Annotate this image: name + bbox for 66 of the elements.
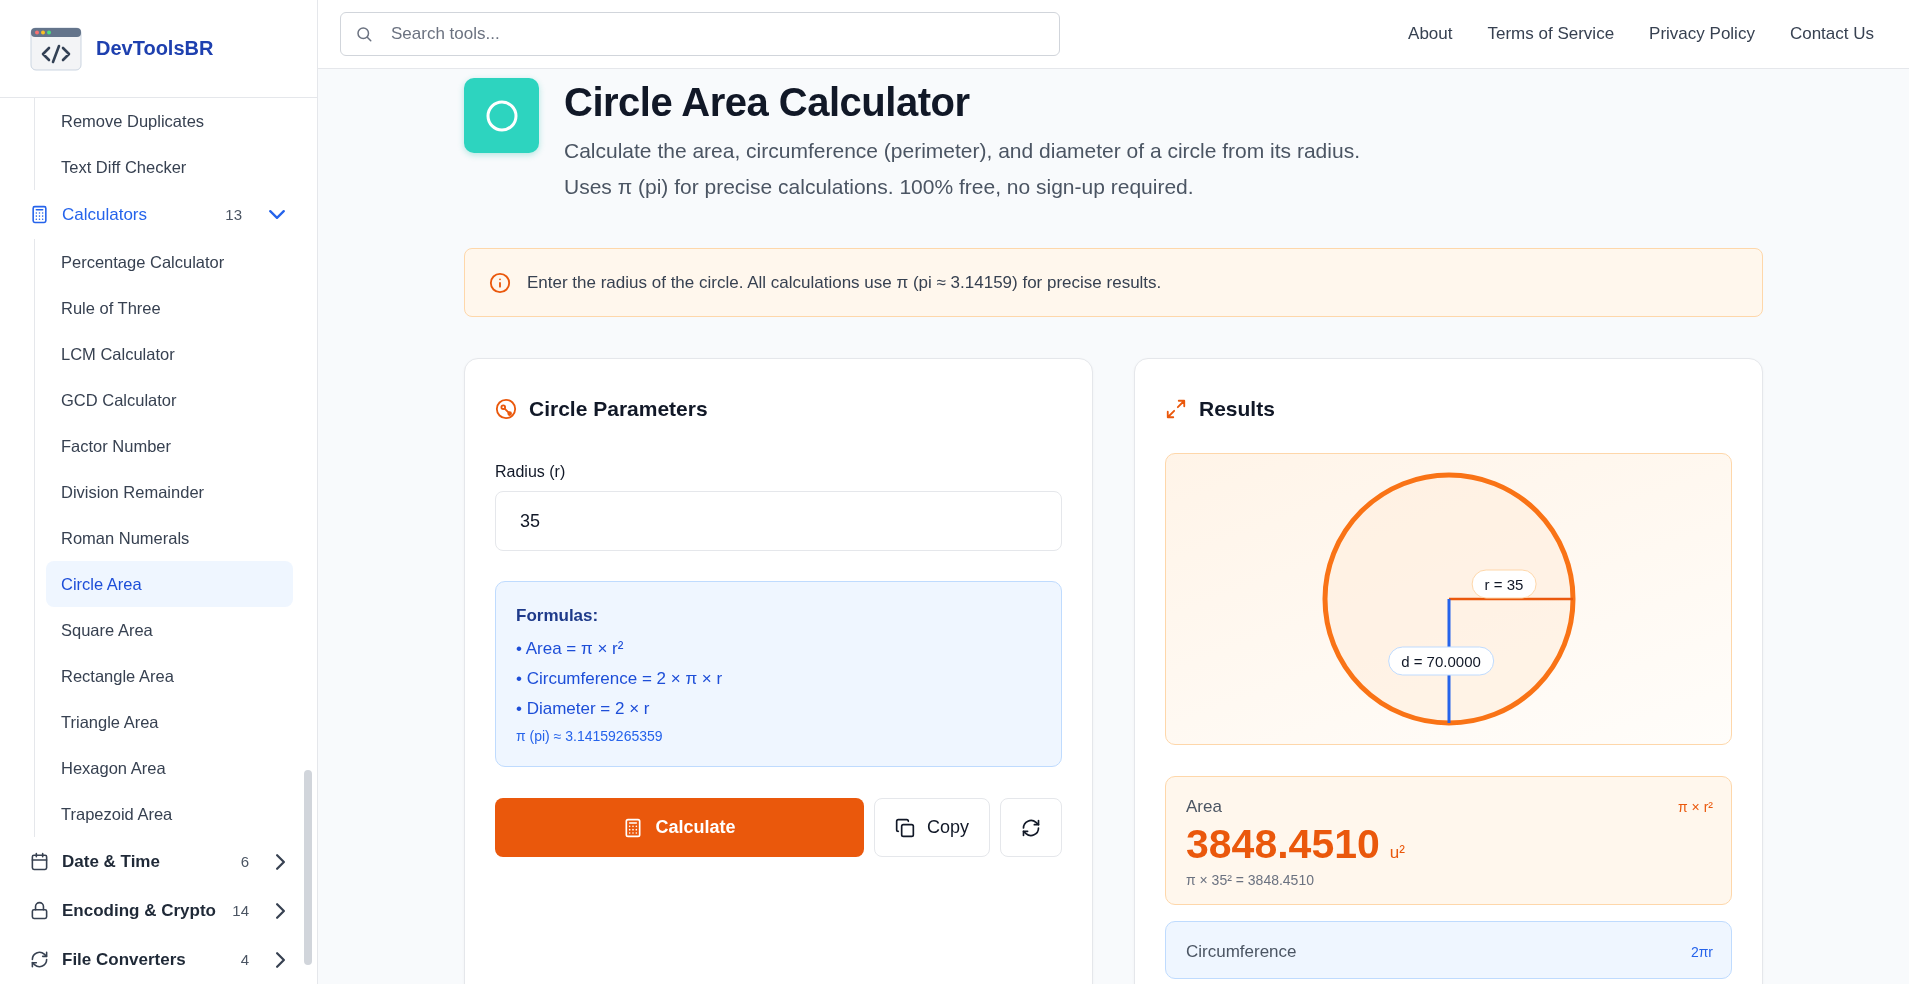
calculator-icon — [623, 817, 644, 838]
sidebar-item[interactable]: Trapezoid Area — [46, 791, 293, 837]
sidebar-item[interactable]: Square Area — [46, 607, 293, 653]
sidebar-group[interactable]: File Converters — [62, 949, 228, 970]
nav-link[interactable]: About — [1408, 24, 1453, 44]
calculate-button[interactable]: Calculate — [495, 798, 864, 857]
item-count: 14 — [232, 902, 249, 919]
result-expression: π × 35² = 3848.4510 — [1186, 872, 1315, 888]
info-icon — [489, 271, 511, 294]
card-title: Circle Parameters — [529, 397, 708, 421]
calculator-icon — [30, 205, 49, 224]
result-value: 3848.4510 — [1186, 821, 1380, 868]
nav-link[interactable]: Contact Us — [1789, 24, 1874, 44]
page-title: Circle Area Calculator — [564, 80, 971, 125]
nav-link[interactable]: Terms of Service — [1487, 24, 1615, 44]
card-title: Results — [1199, 397, 1275, 421]
sidebar-item[interactable]: Rectangle Area — [46, 653, 293, 699]
calendar-icon — [30, 852, 49, 871]
sidebar-item[interactable]: GCD Calculator — [46, 377, 293, 423]
diagonal-arrows-icon — [1165, 398, 1187, 420]
result-formula: π × r² — [1678, 799, 1713, 815]
sidebar-item[interactable]: Text Diff Checker — [46, 144, 293, 190]
diameter-label: d = 70.0000 — [1388, 646, 1494, 676]
search-icon — [355, 25, 373, 43]
info-text: Enter the radius of the circle. All calculations use π (pi ≈ 3.14159) for precise results. — [527, 272, 1162, 293]
description-line: Uses π (pi) for precise calculations. 100% free, no sign-up required. — [564, 174, 1195, 200]
sidebar-item[interactable]: Factor Number — [46, 423, 293, 469]
refresh-icon — [30, 950, 49, 969]
formulas-title: Formulas: — [516, 606, 600, 626]
pi-note: π (pi) ≈ 3.14159265359 — [516, 728, 664, 744]
sidebar-group[interactable]: Date & Time — [62, 851, 228, 872]
sidebar-group[interactable]: Encoding & Crypto — [62, 900, 220, 921]
result-formula: 2πr — [1690, 944, 1713, 960]
sidebar-item[interactable]: Roman Numerals — [46, 515, 293, 561]
copy-icon — [895, 817, 915, 838]
item-count: 4 — [240, 951, 249, 968]
sidebar-group[interactable]: Calculators — [62, 204, 213, 225]
formula-line: • Diameter = 2 × r — [516, 698, 651, 720]
result-unit: u² — [1389, 843, 1405, 863]
code-window-logo — [30, 26, 82, 71]
refresh-icon — [1021, 817, 1041, 838]
lock-icon — [30, 901, 49, 920]
radius-input[interactable]: 35 — [495, 491, 1062, 551]
sidebar-item[interactable]: Hexagon Area — [46, 745, 293, 791]
nav-link[interactable]: Privacy Policy — [1649, 24, 1755, 44]
item-count: 13 — [225, 206, 242, 223]
scrollbar[interactable] — [304, 770, 312, 965]
result-label: Circumference — [1186, 942, 1297, 962]
sidebar-item[interactable]: Remove Duplicates — [46, 98, 293, 144]
sidebar-item[interactable]: Division Remainder — [46, 469, 293, 515]
description-line: Calculate the area, circumference (perimeter), and diameter of a circle from its radius. — [564, 138, 1360, 164]
sidebar-item[interactable]: LCM Calculator — [46, 331, 293, 377]
formula-line: • Circumference = 2 × π × r — [516, 668, 724, 690]
sidebar-item[interactable]: Rule of Three — [46, 285, 293, 331]
search-field[interactable]: Search tools... — [340, 12, 1060, 56]
item-count: 6 — [240, 853, 249, 870]
reset-button[interactable] — [1000, 798, 1062, 857]
sidebar-item[interactable]: Triangle Area — [46, 699, 293, 745]
sidebar-item[interactable]: Percentage Calculator — [46, 239, 293, 285]
field-label: Radius (r) — [495, 463, 567, 481]
formula-line: • Area = π × r² — [516, 638, 625, 660]
copy-button[interactable]: Copy — [874, 798, 990, 857]
brand-name[interactable]: DevToolsBR — [96, 37, 214, 60]
result-label: Area — [1186, 797, 1222, 817]
sidebar-item[interactable]: Circle Area — [46, 561, 293, 607]
circle-target-icon — [495, 398, 517, 420]
